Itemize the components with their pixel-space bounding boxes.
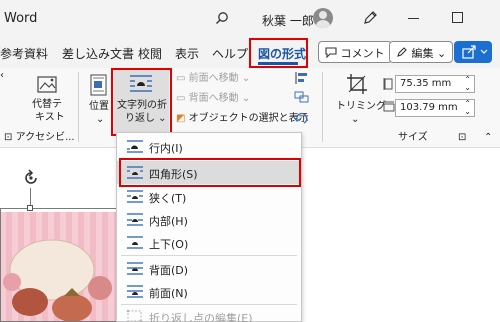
edit-pen-icon xyxy=(397,47,407,57)
chevron-down-icon: ⌄ xyxy=(437,47,447,60)
accessibility-group-text: アクセシビ... xyxy=(15,132,75,143)
menu-item-label: 行内(I) xyxy=(149,142,183,155)
menu-item-label: 折り返し点の編集(E) xyxy=(149,312,253,322)
rotate-handle-icon[interactable] xyxy=(22,169,40,190)
highlight-menu-item-square xyxy=(119,158,301,187)
tab-review[interactable]: 校閲 xyxy=(138,45,162,62)
bring-forward-button[interactable]: ▭ 前面へ移動 ⌄ xyxy=(176,73,250,85)
width-input[interactable]: 103.79 mm ⌃ ⌄ xyxy=(395,99,475,117)
menu-item-label: 背面(D) xyxy=(149,264,189,277)
height-spinner-icon[interactable]: ⌃ ⌄ xyxy=(464,76,471,92)
edit-wrap-points-icon xyxy=(126,309,144,322)
highlight-tab-picture-format xyxy=(249,38,308,68)
menu-item-through[interactable]: 内部(H) xyxy=(117,208,301,231)
tab-help[interactable]: ヘルプ xyxy=(212,45,248,62)
pen-icon[interactable] xyxy=(362,10,378,29)
wrap-behind-icon xyxy=(126,261,144,278)
wrap-text-menu: 行内(I) 四角形(S) 狭く(T) 内部(H) 上下(O) 背面(D) 前面(… xyxy=(116,132,302,322)
comment-button[interactable]: コメント xyxy=(318,41,392,63)
alt-text-label-2[interactable]: キスト xyxy=(35,112,65,124)
menu-item-in-front[interactable]: 前面(N) xyxy=(117,280,301,303)
rotate-menu-icon[interactable] xyxy=(294,111,314,128)
search-icon[interactable] xyxy=(215,11,229,28)
position-label[interactable]: 位置 xyxy=(89,101,109,113)
wrap-through-icon xyxy=(126,212,144,229)
title-bar: Word 秋葉 一郎 xyxy=(0,0,500,38)
group-icon[interactable] xyxy=(294,91,314,108)
menu-item-tight[interactable]: 狭く(T) xyxy=(117,185,301,208)
group-separator xyxy=(322,72,323,142)
selection-pane-icon: ◩ xyxy=(176,113,186,124)
position-chevron-icon: ⌄ xyxy=(96,114,105,125)
menu-item-label: 内部(H) xyxy=(149,215,188,228)
avatar[interactable] xyxy=(313,8,333,28)
alt-text-icon[interactable] xyxy=(37,74,59,99)
chevron-left-icon[interactable]: ‹ xyxy=(0,70,4,82)
ribbon-tabs: 参考資料 差し込み文書 校閲 表示 ヘルプ 図の形式 コメント 編集 ⌄ xyxy=(0,38,500,68)
crop-icon[interactable] xyxy=(346,73,368,98)
comment-icon xyxy=(325,47,337,59)
width-icon xyxy=(383,101,395,116)
send-backward-icon: ▭ xyxy=(176,93,186,104)
edit-mode-button[interactable]: 編集 ⌄ xyxy=(389,41,454,63)
menu-item-behind-text[interactable]: 背面(D) xyxy=(117,257,301,280)
tab-mailings[interactable]: 差し込み文書 xyxy=(62,45,134,62)
menu-item-label: 狭く(T) xyxy=(149,192,187,205)
minimize-button[interactable] xyxy=(408,18,419,19)
menu-item-edit-wrap-points[interactable]: 折り返し点の編集(E) xyxy=(117,305,301,322)
menu-item-top-bottom[interactable]: 上下(O) xyxy=(117,231,301,254)
send-backward-button[interactable]: ▭ 背面へ移動 ⌄ xyxy=(176,93,250,105)
wrap-top-bottom-icon xyxy=(126,235,144,252)
group-separator xyxy=(78,72,79,142)
height-value: 75.35 mm xyxy=(400,78,452,89)
menu-item-label: 前面(N) xyxy=(149,287,188,300)
tab-view[interactable]: 表示 xyxy=(175,45,199,62)
width-value: 103.79 mm xyxy=(400,102,458,113)
size-dialog-launcher-icon[interactable]: ⊡ xyxy=(458,132,466,144)
size-group-label: サイズ xyxy=(398,132,428,143)
comment-label: コメント xyxy=(340,47,385,60)
user-name[interactable]: 秋葉 一郎 xyxy=(262,12,314,29)
tab-references[interactable]: 参考資料 xyxy=(0,45,48,62)
bring-forward-icon: ▭ xyxy=(176,73,186,84)
width-spinner-icon[interactable]: ⌃ ⌄ xyxy=(464,100,471,116)
wrap-inline-icon xyxy=(126,139,144,156)
selection-pane-button[interactable]: ◩ オブジェクトの選択と表示 xyxy=(176,113,309,125)
wrap-tight-icon xyxy=(126,189,144,206)
menu-item-inline[interactable]: 行内(I) xyxy=(117,135,301,158)
share-button[interactable] xyxy=(454,41,492,63)
maximize-button[interactable] xyxy=(452,12,463,23)
share-icon xyxy=(462,45,488,59)
bring-forward-label: 前面へ移動 xyxy=(188,73,239,84)
height-icon xyxy=(383,77,393,94)
image-selection-frame xyxy=(0,208,122,322)
alt-text-label-1[interactable]: 代替テ xyxy=(32,99,62,111)
dialog-launcher-icon: ⊡ xyxy=(4,132,13,143)
crop-label[interactable]: トリミング xyxy=(336,101,386,113)
selection-pane-label: オブジェクトの選択と表示 xyxy=(188,113,309,124)
accessibility-group-label: ⊡ アクセシビ... xyxy=(4,132,75,144)
edit-label: 編集 xyxy=(411,47,434,60)
send-backward-label: 背面へ移動 xyxy=(188,93,239,104)
align-icon[interactable] xyxy=(294,71,314,88)
menu-item-label: 上下(O) xyxy=(149,238,189,251)
position-icon[interactable] xyxy=(89,74,109,99)
highlight-wrap-text xyxy=(111,68,172,136)
height-input[interactable]: 75.35 mm ⌃ ⌄ xyxy=(395,75,475,93)
wrap-front-icon xyxy=(126,284,144,301)
resize-handle-top[interactable] xyxy=(27,205,33,211)
app-title: Word xyxy=(4,11,38,26)
menu-separator xyxy=(121,255,297,256)
crop-chevron-icon: ⌄ xyxy=(351,114,360,125)
collapse-ribbon-icon[interactable]: ⌃ xyxy=(484,132,492,144)
